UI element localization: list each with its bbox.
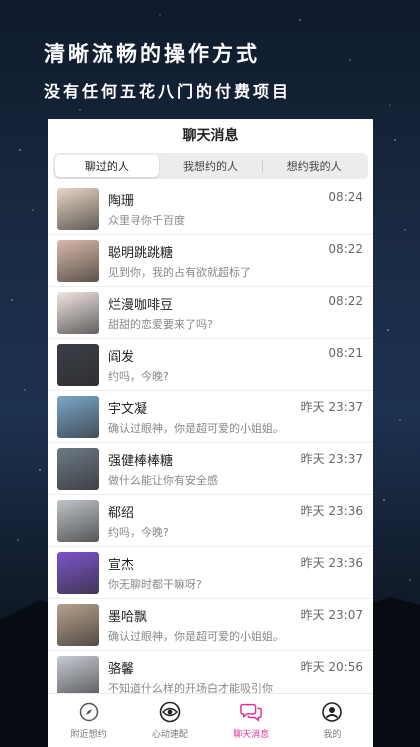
chat-name: 陶珊 — [108, 193, 135, 209]
chat-preview: 约吗，今晚? — [108, 525, 169, 539]
chat-name: 墨哈飘 — [108, 609, 148, 625]
chat-name: 骆馨 — [108, 661, 135, 677]
avatar — [57, 603, 99, 646]
chat-preview: 做什么能让你有安全感 — [108, 473, 218, 487]
avatar — [57, 655, 99, 694]
chat-time: 08:21 — [328, 346, 363, 360]
chat-time: 08:22 — [328, 294, 363, 308]
chat-row[interactable]: 烂漫咖啡豆甜甜的恋爱要来了吗? 08:22 — [48, 287, 373, 339]
tab-messages[interactable]: 聊天消息 — [211, 694, 292, 747]
compass-icon — [78, 701, 100, 723]
chat-time: 昨天 23:36 — [300, 556, 363, 570]
chat-list: 陶珊 众里寻你千百度 08:24 聪明跳跳糖 见到你，我的占有欲就超标了 08:22 烂漫咖… — [48, 183, 373, 694]
tab-match-label: 心动速配 — [151, 730, 188, 740]
avatar — [57, 447, 99, 490]
avatar — [57, 343, 99, 386]
tab-messages-label: 聊天消息 — [233, 730, 270, 740]
chat-time: 昨天 23:37 — [300, 400, 363, 414]
chat-row[interactable]: 墨哈飘确认过眼神，你是超可爱的小姐姐。 昨天 23:07 — [48, 599, 373, 651]
chat-preview: 见到你，我的占有欲就超标了 — [108, 265, 251, 279]
segmented-control: 聊过的人 我想约的人 想约我的人 — [53, 153, 368, 179]
chat-row[interactable]: 郗绍约吗，今晚? 昨天 23:36 — [48, 495, 373, 547]
chat-preview: 甜甜的恋爱要来了吗? — [108, 317, 213, 331]
chat-row[interactable]: 陶珊众里寻你千百度 08:24 — [48, 183, 373, 235]
chat-name: 强健棒棒糖 — [108, 453, 174, 469]
eye-icon — [159, 701, 181, 723]
bottom-tab-bar: 附近想约 心动速配 聊天消息 我的 — [48, 693, 373, 747]
chat-bubbles-icon — [240, 701, 262, 723]
chat-row[interactable]: 聪明跳跳糖见到你，我的占有欲就超标了 08:22 — [48, 235, 373, 287]
chat-time: 昨天 23:37 — [300, 452, 363, 466]
chat-row[interactable]: 阎发约吗，今晚? 08:21 — [48, 339, 373, 391]
chat-name: 宇文凝 — [108, 401, 148, 417]
chat-time: 08:22 — [328, 242, 363, 256]
chat-preview: 约吗，今晚? — [108, 369, 169, 383]
chat-time: 昨天 20:56 — [300, 660, 363, 674]
tab-want-to-date[interactable]: 我想约的人 — [159, 155, 263, 177]
avatar — [57, 239, 99, 282]
tab-nearby[interactable]: 附近想约 — [48, 694, 129, 747]
tab-profile-label: 我的 — [323, 730, 342, 740]
tab-chatted[interactable]: 聊过的人 — [55, 155, 159, 177]
avatar — [57, 187, 99, 230]
screen-title: 聊天消息 — [182, 128, 239, 144]
chat-time: 昨天 23:07 — [300, 608, 363, 622]
chat-row[interactable]: 强健棒棒糖做什么能让你有安全感 昨天 23:37 — [48, 443, 373, 495]
tab-want-to-date-me[interactable]: 想约我的人 — [262, 155, 366, 177]
chat-preview: 确认过眼神，你是超可爱的小姐姐。 — [108, 421, 284, 435]
tab-nearby-label: 附近想约 — [70, 730, 107, 740]
chat-name: 阎发 — [108, 349, 135, 365]
hero-banner: 清晰流畅的操作方式 没有任何五花八门的付费项目 — [0, 0, 420, 118]
user-icon — [321, 701, 343, 723]
chat-row[interactable]: 骆馨不知道什么样的开场白才能吸引你 昨天 20:56 — [48, 651, 373, 694]
chat-preview: 确认过眼神，你是超可爱的小姐姐。 — [108, 629, 284, 643]
chat-time: 08:24 — [328, 190, 363, 204]
chat-row[interactable]: 宇文凝确认过眼神，你是超可爱的小姐姐。 昨天 23:37 — [48, 391, 373, 443]
chat-preview: 众里寻你千百度 — [108, 213, 185, 227]
phone-screen: 聊天消息 聊过的人 我想约的人 想约我的人 陶珊众里寻你千百度 08:24 聪明跳跳… — [48, 119, 373, 747]
chat-name: 郗绍 — [108, 505, 135, 521]
chat-row[interactable]: 宣杰你无聊时都干嘛呀? 昨天 23:36 — [48, 547, 373, 599]
tab-profile[interactable]: 我的 — [292, 694, 373, 747]
chat-name: 宣杰 — [108, 557, 135, 573]
chat-name: 烂漫咖啡豆 — [108, 297, 174, 313]
nav-bar: 聊天消息 — [48, 119, 373, 151]
avatar — [57, 551, 99, 594]
chat-name: 聪明跳跳糖 — [108, 245, 174, 261]
avatar — [57, 499, 99, 542]
tab-match[interactable]: 心动速配 — [129, 694, 210, 747]
hero-title: 清晰流畅的操作方式 — [44, 42, 260, 66]
chat-preview: 你无聊时都干嘛呀? — [108, 577, 202, 591]
avatar — [57, 291, 99, 334]
avatar — [57, 395, 99, 438]
hero-subtitle: 没有任何五花八门的付费项目 — [44, 82, 292, 101]
chat-preview: 不知道什么样的开场白才能吸引你 — [108, 681, 273, 695]
chat-time: 昨天 23:36 — [300, 504, 363, 518]
